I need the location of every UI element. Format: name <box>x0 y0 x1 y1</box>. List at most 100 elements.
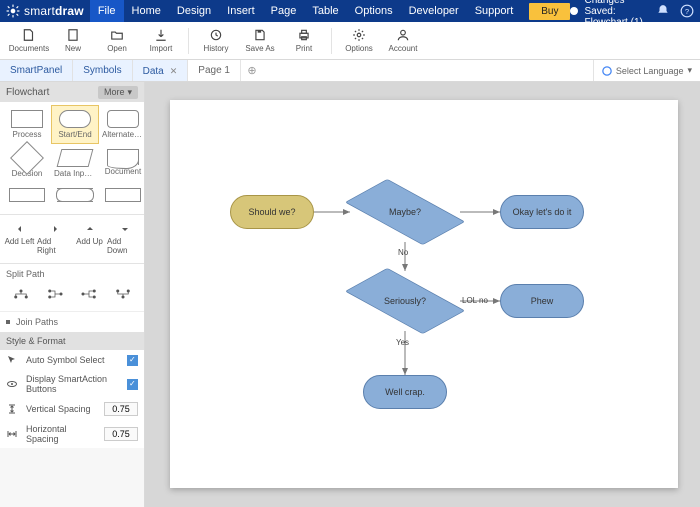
brand-text: smartdraw <box>24 4 84 18</box>
style-format-title: Style & Format <box>0 332 144 350</box>
buy-button[interactable]: Buy <box>529 3 570 20</box>
tab-smartpanel[interactable]: SmartPanel <box>0 60 73 81</box>
ribbon-open[interactable]: Open <box>96 28 138 53</box>
ribbon-options[interactable]: Options <box>338 28 380 53</box>
join-paths-button[interactable]: Join Paths <box>0 311 144 332</box>
ribbon-documents[interactable]: Documents <box>8 28 50 53</box>
svg-text:?: ? <box>685 7 689 16</box>
shapes-header: Flowchart More▾ <box>0 82 144 102</box>
shape-extra-2[interactable] <box>52 184 98 208</box>
smartaction-checkbox[interactable] <box>127 379 138 390</box>
documents-icon <box>22 28 36 42</box>
split-path-title: Split Path <box>0 264 144 281</box>
canvas-area[interactable]: Should we? Maybe? Okay let's do it Serio… <box>145 82 700 507</box>
help-icon[interactable]: ? <box>680 4 694 18</box>
split-left-button[interactable] <box>38 283 72 305</box>
add-right-button[interactable]: Add Right <box>37 219 72 259</box>
shape-extra-1[interactable] <box>4 184 50 208</box>
ribbon-history[interactable]: History <box>195 28 237 53</box>
menu-page[interactable]: Page <box>263 0 305 22</box>
page-tab-1[interactable]: Page 1 <box>188 60 241 81</box>
opt-vspacing: Vertical Spacing <box>0 398 144 420</box>
arrow-left-icon <box>14 223 26 235</box>
add-down-button[interactable]: Add Down <box>107 219 142 259</box>
node-decision-2[interactable]: Seriously? <box>350 271 460 331</box>
vspacing-icon <box>6 403 18 415</box>
save-status: Changes Saved: Flowchart (1) <box>570 0 646 28</box>
save-status-text: Changes Saved: Flowchart (1) <box>584 0 646 28</box>
edge-label-yes: Yes <box>396 338 409 347</box>
tabstrip: SmartPanel Symbols Data✕ Page 1 ⊕ Select… <box>0 60 700 82</box>
ribbon-import[interactable]: Import <box>140 28 182 53</box>
account-icon <box>396 28 410 42</box>
opt-smartaction: Display SmartAction Buttons <box>0 370 144 398</box>
menu-insert[interactable]: Insert <box>219 0 263 22</box>
save-icon <box>253 28 267 42</box>
arrow-right-icon <box>49 223 61 235</box>
node-start[interactable]: Should we? <box>230 195 314 229</box>
ribbon: Documents New Open Import History Save A… <box>0 22 700 60</box>
shape-altprocess[interactable]: Alternate P… <box>100 106 145 143</box>
add-direction-row: Add Left Add Right Add Up Add Down <box>0 215 144 263</box>
node-decision-1[interactable]: Maybe? <box>350 182 460 242</box>
menu-items: File Home Design Insert Page Table Optio… <box>90 0 521 22</box>
ribbon-print[interactable]: Print <box>283 28 325 53</box>
shape-startend[interactable]: Start/End <box>52 106 98 143</box>
split-path-row <box>0 281 144 311</box>
edge-label-lol: LOL no <box>462 296 488 305</box>
ribbon-saveas[interactable]: Save As <box>239 28 281 53</box>
menu-file[interactable]: File <box>90 0 124 22</box>
notifications-icon[interactable] <box>656 4 670 18</box>
ribbon-account[interactable]: Account <box>382 28 424 53</box>
arrow-up-icon <box>84 223 96 235</box>
split-down-button[interactable] <box>4 283 38 305</box>
menu-home[interactable]: Home <box>124 0 169 22</box>
menu-developer[interactable]: Developer <box>401 0 467 22</box>
cursor-icon <box>6 354 18 366</box>
add-left-button[interactable]: Add Left <box>2 219 37 259</box>
import-icon <box>154 28 168 42</box>
language-selector[interactable]: Select Language ▾ <box>593 60 700 81</box>
tab-symbols[interactable]: Symbols <box>73 60 132 81</box>
brand-logo: smartdraw <box>6 4 84 18</box>
shape-datainput[interactable]: Data Input/… <box>52 145 98 182</box>
new-icon <box>66 28 80 42</box>
opt-hspacing: Horizontal Spacing <box>0 420 144 448</box>
shape-extra-3[interactable] <box>100 184 145 208</box>
auto-symbol-checkbox[interactable] <box>127 355 138 366</box>
logo-gear-icon <box>6 4 20 18</box>
hspacing-input[interactable] <box>104 427 138 441</box>
chevron-down-icon: ▾ <box>127 87 132 98</box>
main-menubar: smartdraw File Home Design Insert Page T… <box>0 0 700 22</box>
vspacing-input[interactable] <box>104 402 138 416</box>
google-icon <box>602 66 612 76</box>
close-icon[interactable]: ✕ <box>170 66 178 76</box>
node-process-3[interactable]: Well crap. <box>363 375 447 409</box>
split-right-button[interactable] <box>72 283 106 305</box>
menu-design[interactable]: Design <box>169 0 219 22</box>
split-up-button[interactable] <box>106 283 140 305</box>
menu-table[interactable]: Table <box>304 0 346 22</box>
shape-decision[interactable]: Decision <box>4 145 50 182</box>
shapes-title: Flowchart <box>6 87 49 98</box>
add-up-button[interactable]: Add Up <box>72 219 107 259</box>
open-icon <box>110 28 124 42</box>
shape-document[interactable]: Document <box>100 145 145 182</box>
eye-icon <box>6 378 18 390</box>
shape-process[interactable]: Process <box>4 106 50 143</box>
opt-auto-symbol: Auto Symbol Select <box>0 350 144 370</box>
drawing-page[interactable]: Should we? Maybe? Okay let's do it Serio… <box>170 100 678 488</box>
menu-support[interactable]: Support <box>467 0 522 22</box>
print-icon <box>297 28 311 42</box>
smartpanel: Flowchart More▾ Process Start/End Altern… <box>0 82 145 507</box>
more-button[interactable]: More▾ <box>98 86 138 99</box>
menu-options[interactable]: Options <box>347 0 401 22</box>
node-process-1[interactable]: Okay let's do it <box>500 195 584 229</box>
ribbon-new[interactable]: New <box>52 28 94 53</box>
add-page-button[interactable]: ⊕ <box>241 60 263 81</box>
node-process-2[interactable]: Phew <box>500 284 584 318</box>
edge-label-no: No <box>398 248 408 257</box>
tab-data[interactable]: Data✕ <box>133 60 189 81</box>
hspacing-icon <box>6 428 18 440</box>
history-icon <box>209 28 223 42</box>
